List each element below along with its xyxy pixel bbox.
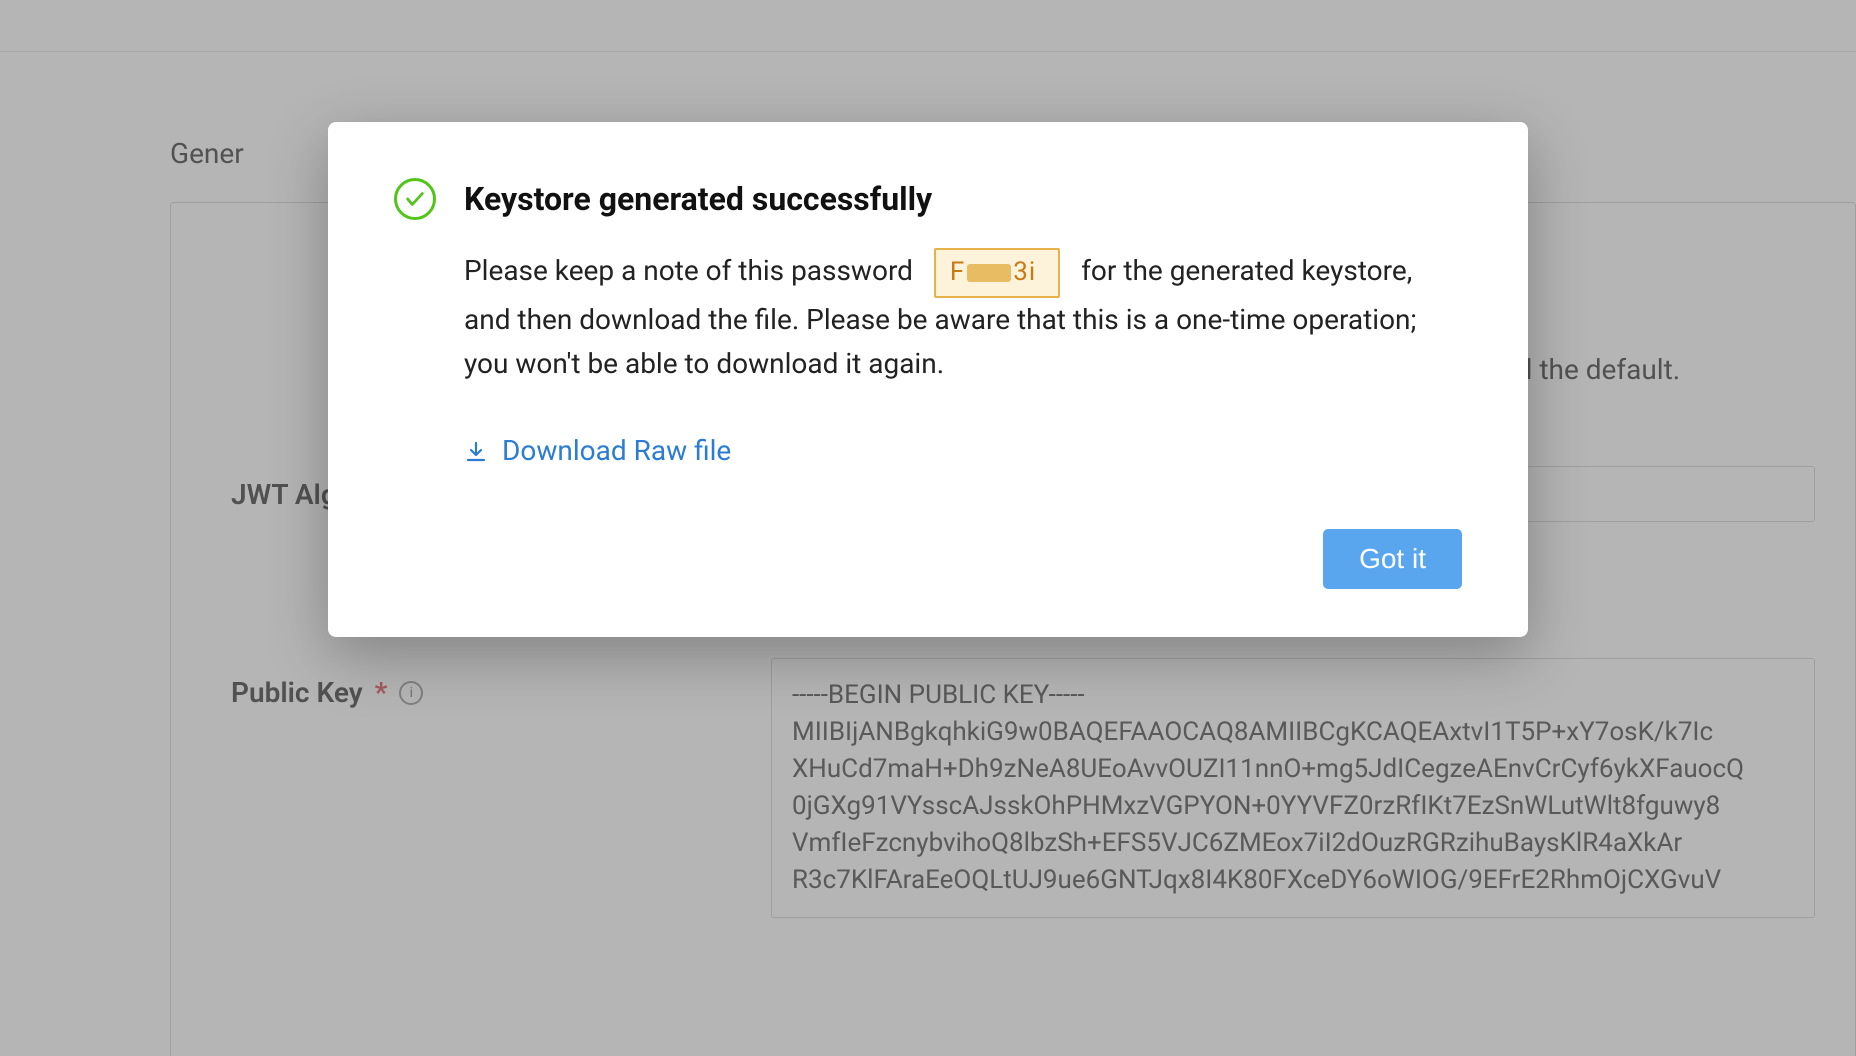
modal-title: Keystore generated successfully (464, 180, 932, 218)
password-obscured (967, 264, 1011, 282)
modal-body: Please keep a note of this password F3i … (464, 248, 1462, 477)
password-prefix: F (950, 257, 965, 287)
got-it-button[interactable]: Got it (1323, 529, 1462, 589)
modal-message: Please keep a note of this password F3i … (464, 248, 1462, 387)
download-link-label: Download Raw file (502, 429, 731, 474)
success-check-icon (394, 178, 436, 220)
download-raw-file-link[interactable]: Download Raw file (464, 429, 731, 474)
modal-overlay[interactable]: Keystore generated successfully Please k… (0, 0, 1856, 1056)
modal-dialog: Keystore generated successfully Please k… (328, 122, 1528, 637)
modal-msg-before: Please keep a note of this password (464, 254, 913, 287)
password-suffix: 3i (1013, 257, 1036, 287)
download-icon (464, 440, 488, 464)
password-badge: F 3i (934, 248, 1060, 298)
modal-footer: Got it (394, 529, 1462, 589)
modal-header: Keystore generated successfully (394, 178, 1462, 220)
